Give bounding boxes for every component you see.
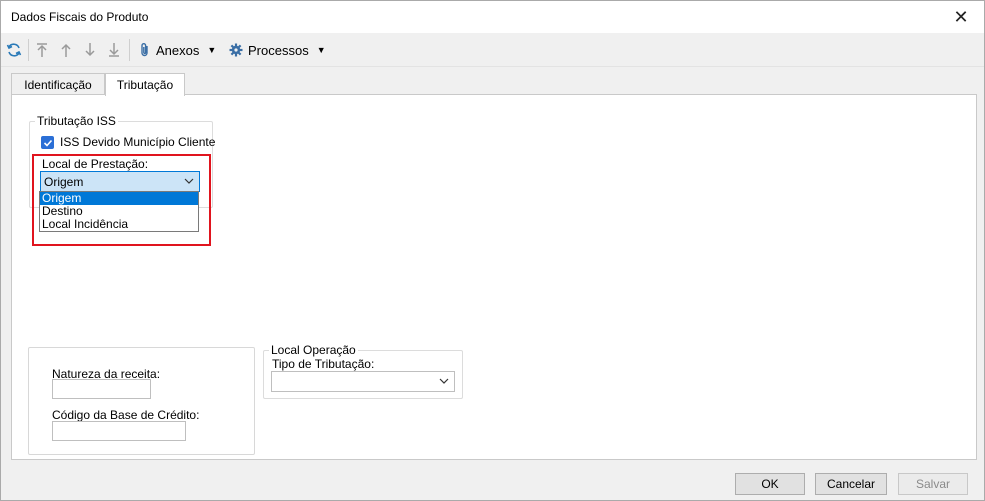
move-last-icon[interactable]	[107, 40, 121, 60]
refresh-icon[interactable]	[6, 40, 22, 60]
save-button[interactable]: Salvar	[898, 473, 968, 495]
dialog-window: Dados Fiscais do Produto ✕ Anexos ▼ Proc…	[0, 0, 985, 501]
iss-devido-label: ISS Devido Município Cliente	[60, 135, 216, 149]
chevron-down-icon: ▼	[316, 45, 326, 55]
tributacao-iss-legend: Tributação ISS	[37, 114, 116, 128]
move-first-icon[interactable]	[35, 40, 49, 60]
tipo-tributacao-select[interactable]	[271, 371, 455, 392]
tab-tributacao[interactable]: Tributação	[105, 73, 185, 96]
natureza-receita-input[interactable]	[52, 379, 151, 399]
anexos-button[interactable]: Anexos ▼	[139, 40, 216, 60]
toolbar-separator	[28, 39, 29, 61]
codigo-base-credito-input[interactable]	[52, 421, 186, 441]
chevron-down-icon	[439, 378, 449, 384]
processos-label: Processos	[248, 42, 309, 58]
title-bar: Dados Fiscais do Produto ✕	[1, 1, 984, 33]
toolbar: Anexos ▼ Processos ▼	[1, 33, 984, 67]
local-operacao-legend: Local Operação	[271, 343, 356, 357]
iss-devido-checkbox[interactable]	[41, 136, 54, 149]
move-down-icon[interactable]	[83, 40, 97, 60]
cancel-button[interactable]: Cancelar	[815, 473, 887, 495]
tab-identificacao[interactable]: Identificação	[11, 73, 105, 95]
highlight-box	[32, 154, 211, 246]
checkmark-icon	[43, 139, 52, 147]
tab-panel-tributacao: Tributação ISS ISS Devido Município Clie…	[11, 94, 977, 460]
close-icon[interactable]: ✕	[938, 1, 984, 33]
codigo-base-credito-label: Código da Base de Crédito:	[52, 408, 200, 422]
toolbar-separator	[129, 39, 130, 61]
paperclip-icon	[141, 43, 148, 57]
processos-button[interactable]: Processos ▼	[229, 40, 326, 60]
ok-button[interactable]: OK	[735, 473, 805, 495]
tipo-tributacao-label: Tipo de Tributação:	[272, 357, 375, 371]
move-up-icon[interactable]	[59, 40, 73, 60]
anexos-label: Anexos	[156, 42, 200, 58]
gear-icon	[229, 43, 243, 57]
chevron-down-icon: ▼	[207, 45, 217, 55]
window-title: Dados Fiscais do Produto	[11, 10, 149, 24]
